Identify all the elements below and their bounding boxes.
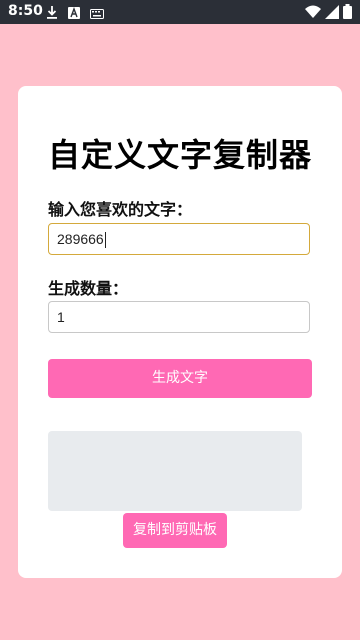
page-title: 自定义文字复制器 — [47, 136, 312, 174]
download-icon — [46, 4, 58, 23]
copy-button[interactable]: 复制到剪贴板 — [123, 513, 227, 548]
text-cursor — [104, 232, 106, 249]
count-input[interactable]: 1 — [48, 301, 310, 333]
count-input-value: 1 — [57, 309, 65, 325]
input-label: 输入您喜欢的文字： — [48, 200, 193, 219]
text-input-value: 289666 — [57, 231, 104, 247]
status-bar: 8:50 — [0, 0, 360, 24]
status-time: 8:50 — [8, 3, 43, 19]
text-input[interactable]: 289666 — [48, 223, 310, 255]
battery-icon — [343, 4, 352, 23]
text-a-icon — [68, 4, 80, 23]
output-box — [48, 431, 302, 511]
main-card: 自定义文字复制器 输入您喜欢的文字： 289666 生成数量： 1 生成文字 复… — [18, 86, 342, 578]
generate-button[interactable]: 生成文字 — [48, 359, 312, 398]
count-label: 生成数量： — [48, 279, 129, 298]
signal-icon — [325, 4, 339, 23]
keyboard-icon — [90, 4, 104, 23]
wifi-icon — [305, 4, 321, 23]
